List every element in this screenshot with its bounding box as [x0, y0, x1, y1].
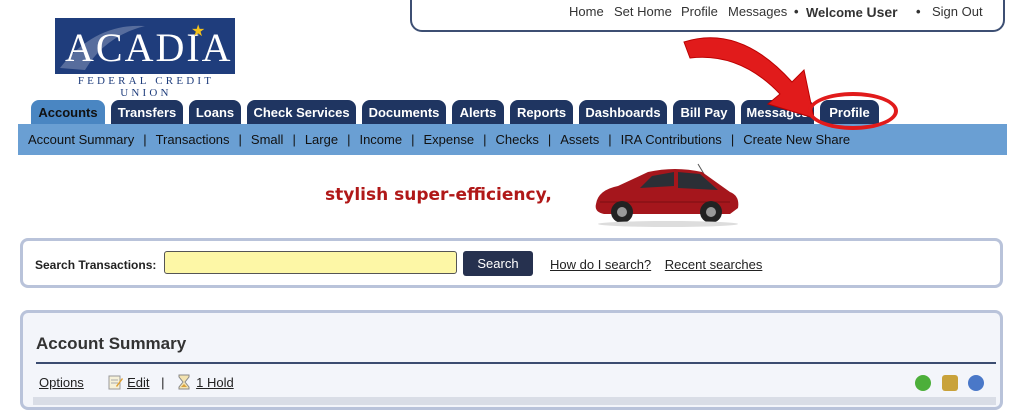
home-link[interactable]: Home [569, 4, 604, 19]
subnav-items: Account Summary | Transactions | Small | Large… [28, 132, 850, 147]
subnav-separator: | [547, 132, 552, 147]
subnav-transactions[interactable]: Transactions [156, 132, 230, 147]
logo-emblem: ACADIA ★ [55, 18, 235, 74]
edit-icon[interactable] [107, 374, 124, 390]
username: User [866, 4, 898, 20]
edit-link[interactable]: Edit [127, 375, 149, 390]
subnav-small[interactable]: Small [251, 132, 284, 147]
annotation-arrow-icon [683, 37, 815, 119]
tab-loans[interactable]: Loans [189, 100, 241, 125]
welcome-label: Welcome [806, 5, 863, 20]
subnav-separator: | [143, 132, 147, 147]
tab-accounts[interactable]: Accounts [31, 100, 105, 126]
how-do-i-search-link[interactable]: How do I search? [550, 257, 651, 272]
account-summary-panel: Account Summary Options Edit | 1 Hold [20, 310, 1003, 410]
search-button[interactable]: Search [463, 251, 533, 276]
top-utility-bar: Home Set Home Profile Messages • Welcome… [410, 0, 1005, 32]
subnav-separator: | [483, 132, 487, 147]
separator-dot: • [916, 4, 921, 19]
profile-link[interactable]: Profile [681, 4, 718, 19]
package-icon[interactable] [941, 374, 958, 391]
panel-bottom-bar [33, 397, 996, 405]
account-summary-title: Account Summary [36, 334, 187, 353]
subnav-separator: | [608, 132, 612, 147]
acadia-logo[interactable]: ACADIA ★ FEDERAL CREDIT UNION [55, 18, 235, 99]
search-input[interactable] [164, 251, 457, 274]
account-toolbar: Options Edit | 1 Hold [39, 374, 234, 390]
subnav-separator: | [292, 132, 296, 147]
set-home-link[interactable]: Set Home [614, 4, 672, 19]
tab-dashboards[interactable]: Dashboards [579, 100, 667, 125]
star-icon: ★ [191, 23, 206, 40]
divider [36, 362, 996, 364]
tab-check-services[interactable]: Check Services [247, 100, 356, 125]
subnav-ira-contributions[interactable]: IRA Contributions [621, 132, 722, 147]
add-icon[interactable] [915, 374, 932, 391]
subnav-separator: | [347, 132, 351, 147]
toolbar-separator: | [161, 375, 165, 390]
annotation-circle [808, 92, 898, 130]
subnav-separator: | [730, 132, 735, 147]
search-label: Search Transactions: [35, 258, 157, 272]
hourglass-icon[interactable] [176, 374, 192, 390]
help-icon[interactable] [968, 374, 984, 391]
panel-action-icons [909, 374, 984, 392]
tab-alerts[interactable]: Alerts [452, 100, 504, 125]
subnav-separator: | [238, 132, 242, 147]
tab-reports[interactable]: Reports [510, 100, 573, 125]
separator-dot: • [794, 4, 799, 19]
subnav-income[interactable]: Income [359, 132, 402, 147]
recent-searches-link[interactable]: Recent searches [665, 257, 763, 272]
subnav-expense[interactable]: Expense [424, 132, 475, 147]
subnav-account-summary[interactable]: Account Summary [28, 132, 134, 147]
logo-name: ACADIA [65, 25, 233, 70]
tab-documents[interactable]: Documents [362, 100, 446, 125]
messages-link[interactable]: Messages [728, 4, 787, 19]
options-link[interactable]: Options [39, 375, 84, 390]
sign-out-link[interactable]: Sign Out [932, 4, 983, 19]
subnav-assets[interactable]: Assets [560, 132, 599, 147]
subnav-large[interactable]: Large [305, 132, 338, 147]
tab-transfers[interactable]: Transfers [111, 100, 183, 125]
banner-ad-text[interactable]: stylish super-efficiency, [325, 185, 552, 205]
welcome-text: Welcome User [806, 4, 898, 20]
hold-link[interactable]: 1 Hold [196, 375, 234, 390]
subnav-checks[interactable]: Checks [495, 132, 538, 147]
search-panel: Search Transactions: Search How do I sea… [20, 238, 1003, 288]
search-links: How do I search? Recent searches [550, 257, 772, 272]
logo-subtitle: FEDERAL CREDIT UNION [77, 75, 215, 99]
subnav-separator: | [411, 132, 415, 147]
car-image-icon[interactable] [590, 158, 745, 228]
subnav-create-new-share[interactable]: Create New Share [743, 132, 850, 147]
